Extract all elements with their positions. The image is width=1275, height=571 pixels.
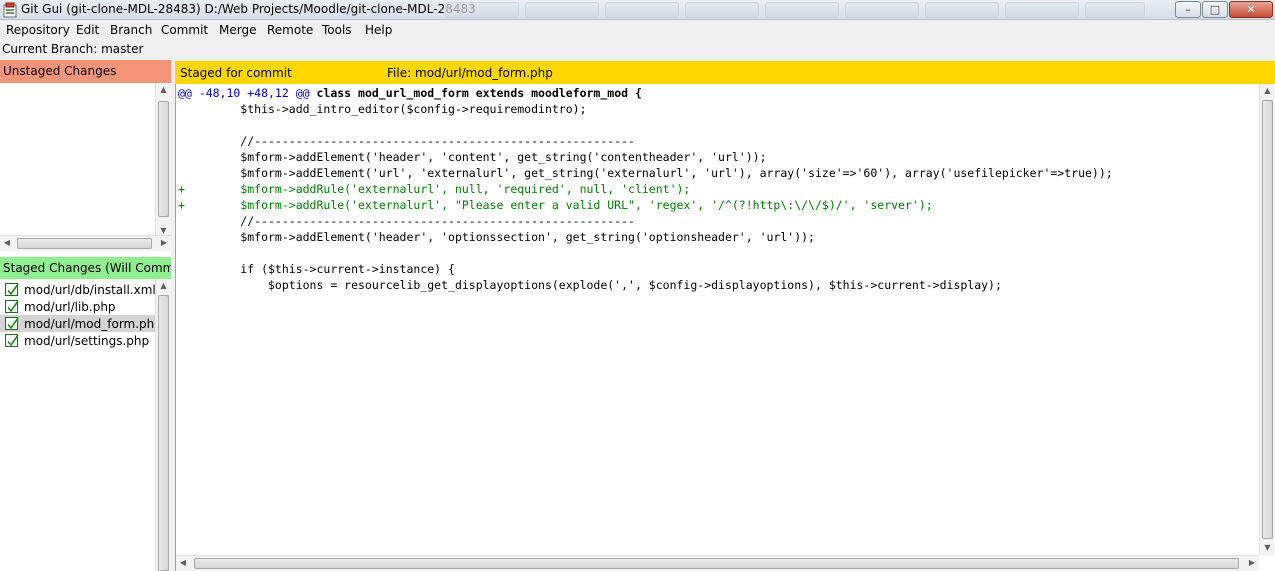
scrollbar-thumb[interactable] [158,101,169,217]
diff-line-context[interactable]: if ($this->current->instance) { [178,261,455,277]
scroll-left-icon[interactable]: ◀ [176,556,190,571]
background-taskbar-tab [1005,2,1079,18]
maximize-icon: □ [1209,3,1221,16]
staged-changes-title: Staged Changes (Will Commit) [3,261,188,275]
diff-line-context[interactable]: $mform->addElement('header', 'optionssec… [178,229,815,245]
diff-vertical-scrollbar[interactable]: ▲ ▼ [1259,84,1275,555]
diff-hunk-header[interactable]: @@ -48,10 +48,12 @@ class mod_url_mod_fo… [178,85,642,101]
window-title: Git Gui (git-clone-MDL-28483) D:/Web Pro… [21,2,476,16]
background-taskbar-tab [605,2,679,18]
staged-changes-header: Staged Changes (Will Commit) [0,257,187,279]
scroll-right-icon[interactable]: ▶ [157,236,171,251]
staged-file-name[interactable]: mod/url/mod_form.php [24,317,162,331]
diff-line-context[interactable]: $mform->addElement('url', 'externalurl',… [178,165,1112,181]
close-icon: ✕ [1246,3,1256,16]
diff-header: Staged for commit File: mod/url/mod_form… [175,61,1275,84]
background-taskbar-tab [525,2,599,18]
background-taskbar-tab [765,2,839,18]
diff-horizontal-scrollbar[interactable]: ◀ ▶ [176,555,1259,571]
unstaged-horizontal-scrollbar[interactable]: ◀ ▶ [0,235,171,251]
maximize-button[interactable]: □ [1202,1,1228,18]
diff-line-added[interactable]: + $mform->addRule('externalurl', "Please… [178,197,933,213]
diff-line-context[interactable] [178,245,185,261]
background-taskbar-tab [925,2,999,18]
diff-line-context[interactable]: //--------------------------------------… [178,133,635,149]
menu-repository[interactable]: Repository [6,23,70,37]
menu-commit[interactable]: Commit [161,23,208,37]
unstaged-changes-title: Unstaged Changes [3,64,117,78]
menu-tools[interactable]: Tools [322,23,352,37]
staged-file-row[interactable]: mod/url/lib.php [0,298,155,315]
staged-file-row-selected[interactable]: mod/url/mod_form.php [0,315,162,332]
scrollbar-thumb[interactable] [194,558,1239,569]
minimize-button[interactable]: – [1175,1,1201,18]
scrollbar-thumb[interactable] [158,295,169,571]
scroll-up-icon[interactable]: ▲ [156,83,171,97]
menu-help[interactable]: Help [365,23,392,37]
diff-status-label: Staged for commit [180,66,292,80]
background-taskbar-tab [685,2,759,18]
diff-line-context[interactable]: $this->add_intro_editor($config->require… [178,101,586,117]
diff-line-context[interactable]: //--------------------------------------… [178,213,635,229]
scroll-up-icon[interactable]: ▲ [1260,84,1275,98]
staged-file-row[interactable]: mod/url/settings.php [0,332,155,349]
staged-check-icon[interactable] [5,334,19,347]
staged-file-name[interactable]: mod/url/db/install.xml [24,283,156,297]
unstaged-vertical-scrollbar[interactable]: ▲ ▼ [155,83,171,238]
menu-bar: Repository Edit Branch Commit Merge Remo… [0,21,1275,40]
hunk-context: class mod_url_mod_form extends moodlefor… [309,86,642,100]
staged-file-list[interactable]: mod/url/db/install.xml mod/url/lib.php m… [0,279,162,571]
minimize-icon: – [1185,3,1191,16]
diff-line-added[interactable]: + $mform->addRule('externalurl', null, '… [178,181,690,197]
staged-file-name[interactable]: mod/url/settings.php [24,334,149,348]
menu-merge[interactable]: Merge [219,23,256,37]
diff-line-context[interactable] [178,117,185,133]
hunk-range: @@ -48,10 +48,12 @@ [178,86,310,100]
background-taskbar-tab [1085,2,1145,18]
staged-check-icon[interactable] [5,317,19,330]
scroll-up-icon[interactable]: ▲ [156,279,171,293]
background-taskbar-tab [845,2,919,18]
diff-file-name: mod/url/mod_form.php [415,66,553,80]
file-lists-pane: Unstaged Changes ▲ ▼ ◀ ▶ Staged Changes … [0,60,187,571]
scroll-right-icon[interactable]: ▶ [1245,556,1259,571]
scroll-down-icon[interactable]: ▼ [1260,541,1275,555]
scrollbar-thumb[interactable] [17,238,152,249]
staged-file-row[interactable]: mod/url/db/install.xml [0,281,156,298]
unstaged-changes-header: Unstaged Changes [0,60,171,83]
git-gui-window: Git Gui (git-clone-MDL-28483) D:/Web Pro… [0,0,1275,571]
staged-check-icon[interactable] [5,300,19,313]
diff-line-context[interactable]: $mform->addElement('header', 'content', … [178,149,766,165]
menu-remote[interactable]: Remote [267,23,313,37]
diff-view[interactable]: @@ -48,10 +48,12 @@ class mod_url_mod_fo… [175,84,1275,571]
staged-file-name[interactable]: mod/url/lib.php [24,300,116,314]
staged-check-icon[interactable] [5,283,19,296]
git-gui-app-icon [3,2,17,18]
menu-edit[interactable]: Edit [76,23,99,37]
current-branch-label: Current Branch: master [2,42,144,56]
close-button[interactable]: ✕ [1229,1,1273,18]
staged-vertical-scrollbar[interactable]: ▲ [155,279,171,571]
unstaged-file-list[interactable] [0,83,155,238]
title-bar: Git Gui (git-clone-MDL-28483) D:/Web Pro… [0,0,1275,20]
background-taskbar-tab [445,2,519,18]
scrollbar-thumb[interactable] [1262,100,1273,539]
menu-branch[interactable]: Branch [110,23,152,37]
diff-file-label: File: [387,66,412,80]
scroll-left-icon[interactable]: ◀ [0,236,14,251]
diff-line-context[interactable]: $options = resourcelib_get_displayoption… [178,277,1002,293]
